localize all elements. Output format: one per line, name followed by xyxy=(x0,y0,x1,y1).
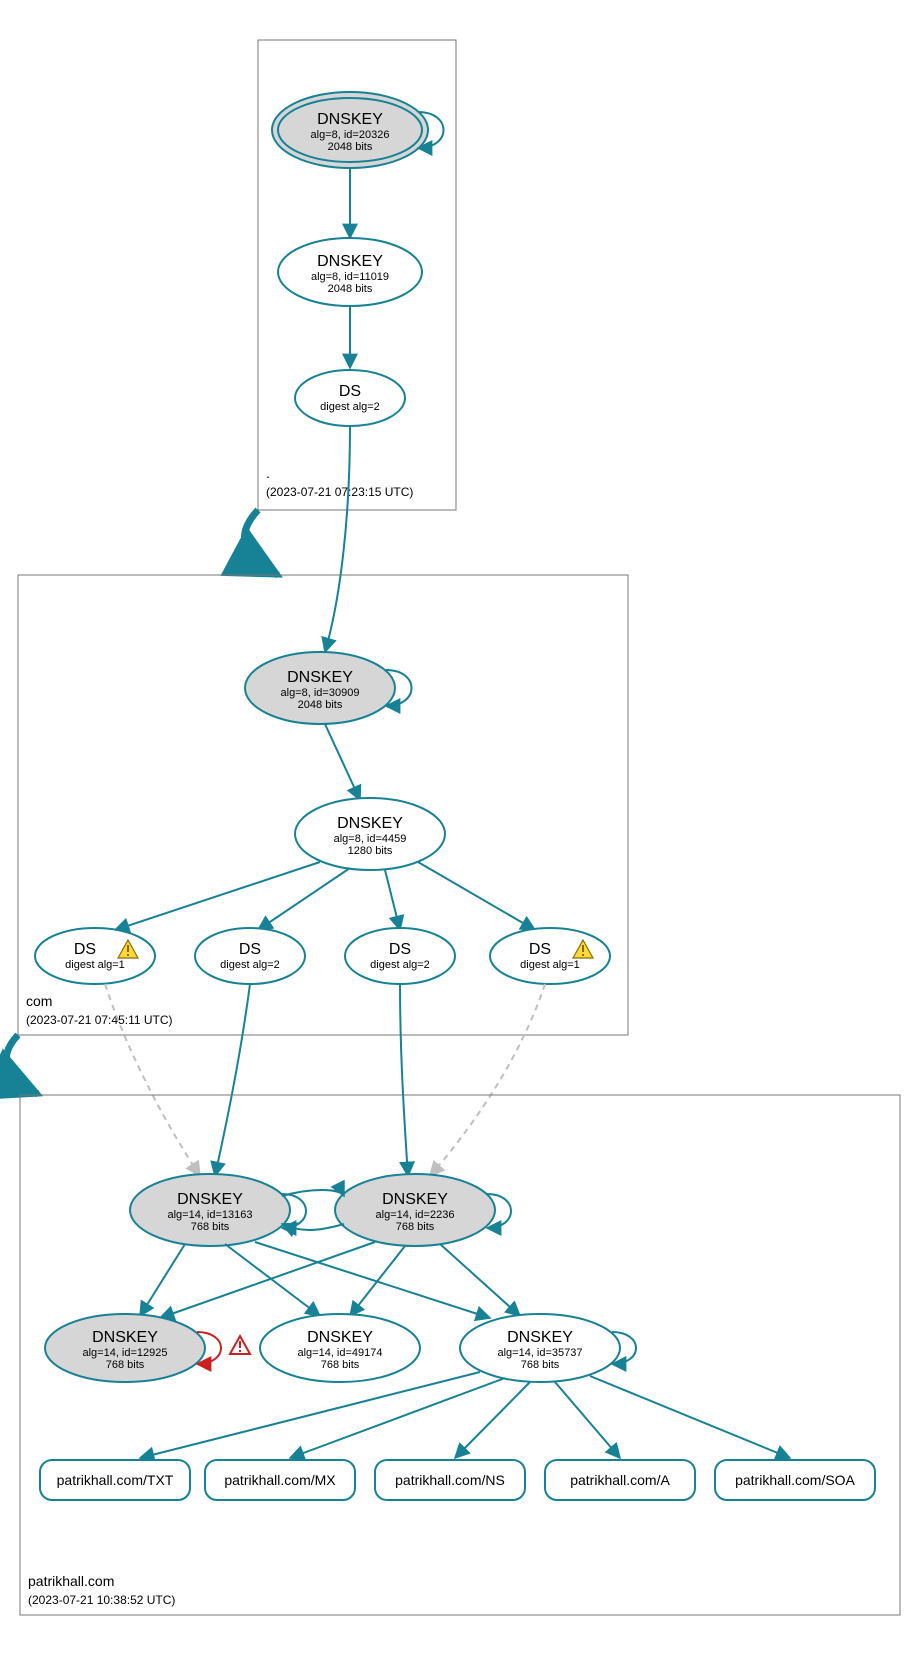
svg-text:alg=14, id=2236: alg=14, id=2236 xyxy=(376,1209,455,1221)
svg-text:DS: DS xyxy=(239,941,261,958)
zone-com-label: com xyxy=(26,993,52,1009)
rrset-a: patrikhall.com/A xyxy=(545,1460,695,1500)
edge xyxy=(282,1224,344,1230)
zone-root: . (2023-07-21 07:23:15 UTC) DNSKEY alg=8… xyxy=(258,40,456,510)
svg-text:768 bits: 768 bits xyxy=(106,1359,145,1371)
node-com-ds2: DS digest alg=2 xyxy=(195,928,305,984)
svg-text:2048 bits: 2048 bits xyxy=(328,141,373,153)
node-com-ksk: DNSKEY alg=8, id=30909 2048 bits xyxy=(245,652,412,724)
edge xyxy=(590,1376,790,1458)
edge xyxy=(140,1244,185,1316)
dnssec-graph: . (2023-07-21 07:23:15 UTC) DNSKEY alg=8… xyxy=(0,0,921,1680)
node-root-ksk: DNSKEY alg=8, id=20326 2048 bits xyxy=(272,92,444,168)
edge xyxy=(225,1244,320,1316)
svg-text:768 bits: 768 bits xyxy=(521,1359,560,1371)
svg-text:DNSKEY: DNSKEY xyxy=(287,669,353,686)
svg-text:2048 bits: 2048 bits xyxy=(298,699,343,711)
edge xyxy=(400,984,408,1176)
svg-text:768 bits: 768 bits xyxy=(191,1221,230,1233)
svg-text:alg=14, id=12925: alg=14, id=12925 xyxy=(82,1347,167,1359)
svg-text:alg=8, id=11019: alg=8, id=11019 xyxy=(311,271,389,283)
edge xyxy=(325,426,350,652)
edge xyxy=(115,862,320,930)
svg-text:digest alg=2: digest alg=2 xyxy=(220,959,280,971)
svg-text:digest alg=2: digest alg=2 xyxy=(370,959,430,971)
svg-text:DNSKEY: DNSKEY xyxy=(507,1329,573,1346)
svg-text:alg=8, id=20326: alg=8, id=20326 xyxy=(311,129,390,141)
zone-com: com (2023-07-21 07:45:11 UTC) DNSKEY alg… xyxy=(18,575,628,1035)
zone-delegation-arrow-icon xyxy=(6,1035,38,1094)
svg-text:DNSKEY: DNSKEY xyxy=(337,815,403,832)
node-root-zsk: DNSKEY alg=8, id=11019 2048 bits xyxy=(278,238,422,306)
svg-text:digest alg=1: digest alg=1 xyxy=(65,959,125,971)
rrset-soa: patrikhall.com/SOA xyxy=(715,1460,875,1500)
svg-text:DNSKEY: DNSKEY xyxy=(317,111,383,128)
svg-text:patrikhall.com/A: patrikhall.com/A xyxy=(570,1472,670,1488)
node-com-ds3: DS digest alg=2 xyxy=(345,928,455,984)
svg-text:DNSKEY: DNSKEY xyxy=(177,1191,243,1208)
edge-dashed xyxy=(430,984,545,1176)
svg-text:DS: DS xyxy=(389,941,411,958)
svg-text:digest alg=2: digest alg=2 xyxy=(320,401,380,413)
svg-text:DNSKEY: DNSKEY xyxy=(307,1329,373,1346)
svg-text:alg=14, id=49174: alg=14, id=49174 xyxy=(297,1347,382,1359)
svg-text:patrikhall.com/SOA: patrikhall.com/SOA xyxy=(735,1472,855,1488)
zone-delegation-arrow-icon xyxy=(245,510,278,575)
zone-root-timestamp: (2023-07-21 07:23:15 UTC) xyxy=(266,485,413,499)
svg-text:DNSKEY: DNSKEY xyxy=(382,1191,448,1208)
rrset-ns: patrikhall.com/NS xyxy=(375,1460,525,1500)
svg-text:alg=8, id=4459: alg=8, id=4459 xyxy=(334,833,407,845)
node-leaf-k5: DNSKEY alg=14, id=35737 768 bits xyxy=(460,1314,636,1382)
node-leaf-k3: DNSKEY alg=14, id=12925 768 bits xyxy=(45,1314,250,1382)
svg-text:patrikhall.com/MX: patrikhall.com/MX xyxy=(224,1472,336,1488)
svg-text:alg=14, id=35737: alg=14, id=35737 xyxy=(497,1347,582,1359)
edge xyxy=(555,1382,620,1458)
svg-text:digest alg=1: digest alg=1 xyxy=(520,959,580,971)
svg-text:768 bits: 768 bits xyxy=(321,1359,360,1371)
node-com-zsk: DNSKEY alg=8, id=4459 1280 bits xyxy=(295,798,445,870)
zone-com-timestamp: (2023-07-21 07:45:11 UTC) xyxy=(26,1013,173,1027)
edge xyxy=(290,1378,505,1458)
svg-text:DNSKEY: DNSKEY xyxy=(92,1329,158,1346)
edge xyxy=(418,862,535,930)
edge xyxy=(385,870,400,930)
svg-text:alg=8, id=30909: alg=8, id=30909 xyxy=(281,687,360,699)
zone-leaf-timestamp: (2023-07-21 10:38:52 UTC) xyxy=(28,1593,175,1607)
edge xyxy=(255,1242,490,1318)
svg-text:DS: DS xyxy=(529,941,551,958)
svg-text:patrikhall.com/TXT: patrikhall.com/TXT xyxy=(57,1472,174,1488)
error-icon xyxy=(230,1336,250,1354)
node-com-ds1: DS digest alg=1 xyxy=(35,928,155,984)
svg-text:alg=14, id=13163: alg=14, id=13163 xyxy=(167,1209,252,1221)
edge xyxy=(350,1246,405,1316)
rrset-mx: patrikhall.com/MX xyxy=(205,1460,355,1500)
node-leaf-k4: DNSKEY alg=14, id=49174 768 bits xyxy=(260,1314,420,1382)
zone-leaf-label: patrikhall.com xyxy=(28,1573,114,1589)
svg-text:DS: DS xyxy=(74,941,96,958)
svg-text:1280 bits: 1280 bits xyxy=(348,845,393,857)
zone-leaf: patrikhall.com (2023-07-21 10:38:52 UTC)… xyxy=(20,1095,900,1615)
edge xyxy=(215,984,250,1176)
node-com-ds4: DS digest alg=1 xyxy=(490,928,610,984)
edge xyxy=(160,1242,375,1318)
svg-text:DNSKEY: DNSKEY xyxy=(317,253,383,270)
zone-root-label: . xyxy=(266,465,270,481)
rrset-txt: patrikhall.com/TXT xyxy=(40,1460,190,1500)
svg-text:2048 bits: 2048 bits xyxy=(328,283,373,295)
edge xyxy=(140,1372,480,1458)
node-leaf-ksk1: DNSKEY alg=14, id=13163 768 bits xyxy=(130,1174,306,1246)
svg-text:DS: DS xyxy=(339,383,361,400)
node-leaf-ksk2: DNSKEY alg=14, id=2236 768 bits xyxy=(335,1174,511,1246)
edge xyxy=(325,724,360,800)
node-root-ds: DS digest alg=2 xyxy=(295,370,405,426)
svg-text:768 bits: 768 bits xyxy=(396,1221,435,1233)
svg-text:patrikhall.com/NS: patrikhall.com/NS xyxy=(395,1472,505,1488)
